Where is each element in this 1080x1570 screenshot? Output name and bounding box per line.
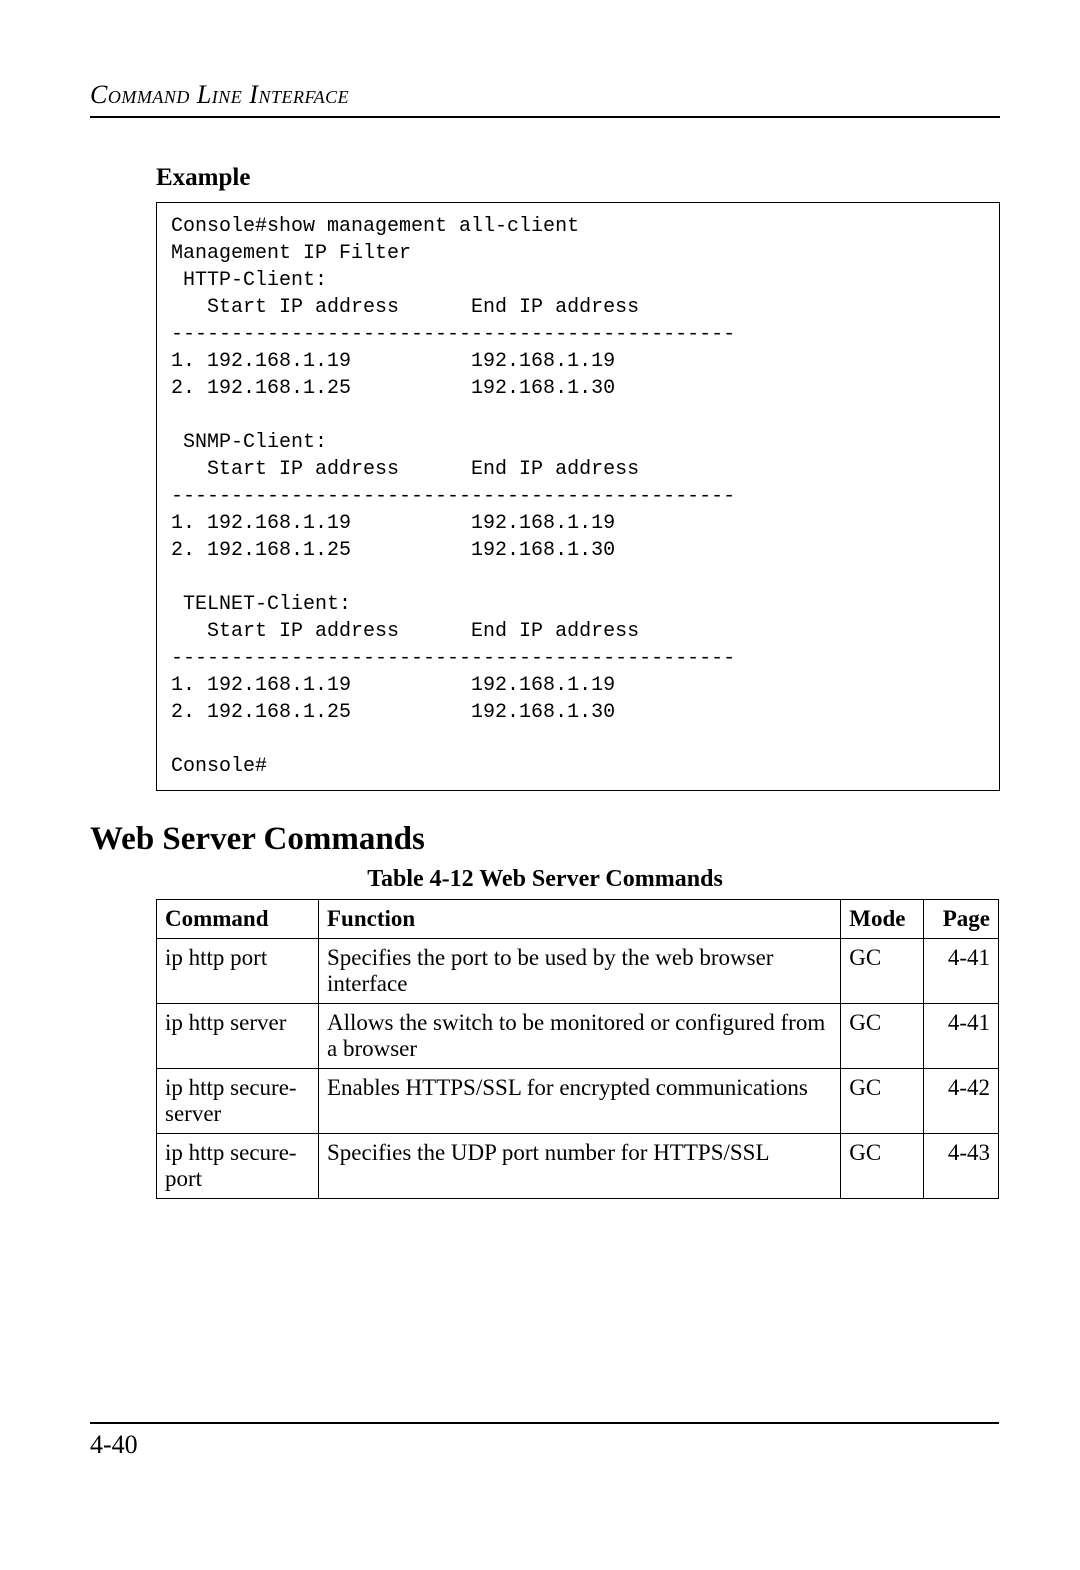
cell-command: ip http port	[157, 939, 319, 1004]
table-row: ip http server Allows the switch to be m…	[157, 1004, 999, 1069]
cell-command: ip http secure-server	[157, 1069, 319, 1134]
cell-page: 4-43	[924, 1134, 999, 1199]
cell-function: Specifies the UDP port number for HTTPS/…	[319, 1134, 841, 1199]
cell-page: 4-41	[924, 939, 999, 1004]
page-number: 4-40	[90, 1422, 999, 1460]
cell-page: 4-42	[924, 1069, 999, 1134]
cell-mode: GC	[841, 1069, 924, 1134]
col-command: Command	[157, 900, 319, 939]
table-row: ip http port Specifies the port to be us…	[157, 939, 999, 1004]
cell-mode: GC	[841, 1004, 924, 1069]
col-page: Page	[924, 900, 999, 939]
col-mode: Mode	[841, 900, 924, 939]
cell-function: Specifies the port to be used by the web…	[319, 939, 841, 1004]
cell-mode: GC	[841, 939, 924, 1004]
cell-command: ip http server	[157, 1004, 319, 1069]
running-head: Command Line Interface	[90, 80, 1000, 118]
example-heading: Example	[156, 164, 1000, 192]
cell-function: Enables HTTPS/SSL for encrypted communic…	[319, 1069, 841, 1134]
table-caption: Table 4-12 Web Server Commands	[90, 866, 1000, 893]
web-server-commands-table: Command Function Mode Page ip http port …	[156, 899, 999, 1199]
col-function: Function	[319, 900, 841, 939]
cell-function: Allows the switch to be monitored or con…	[319, 1004, 841, 1069]
table-row: ip http secure-server Enables HTTPS/SSL …	[157, 1069, 999, 1134]
cell-page: 4-41	[924, 1004, 999, 1069]
cell-mode: GC	[841, 1134, 924, 1199]
section-heading: Web Server Commands	[90, 821, 1000, 858]
example-code-block: Console#show management all-client Manag…	[156, 202, 1000, 791]
table-header-row: Command Function Mode Page	[157, 900, 999, 939]
cell-command: ip http secure-port	[157, 1134, 319, 1199]
table-row: ip http secure-port Specifies the UDP po…	[157, 1134, 999, 1199]
